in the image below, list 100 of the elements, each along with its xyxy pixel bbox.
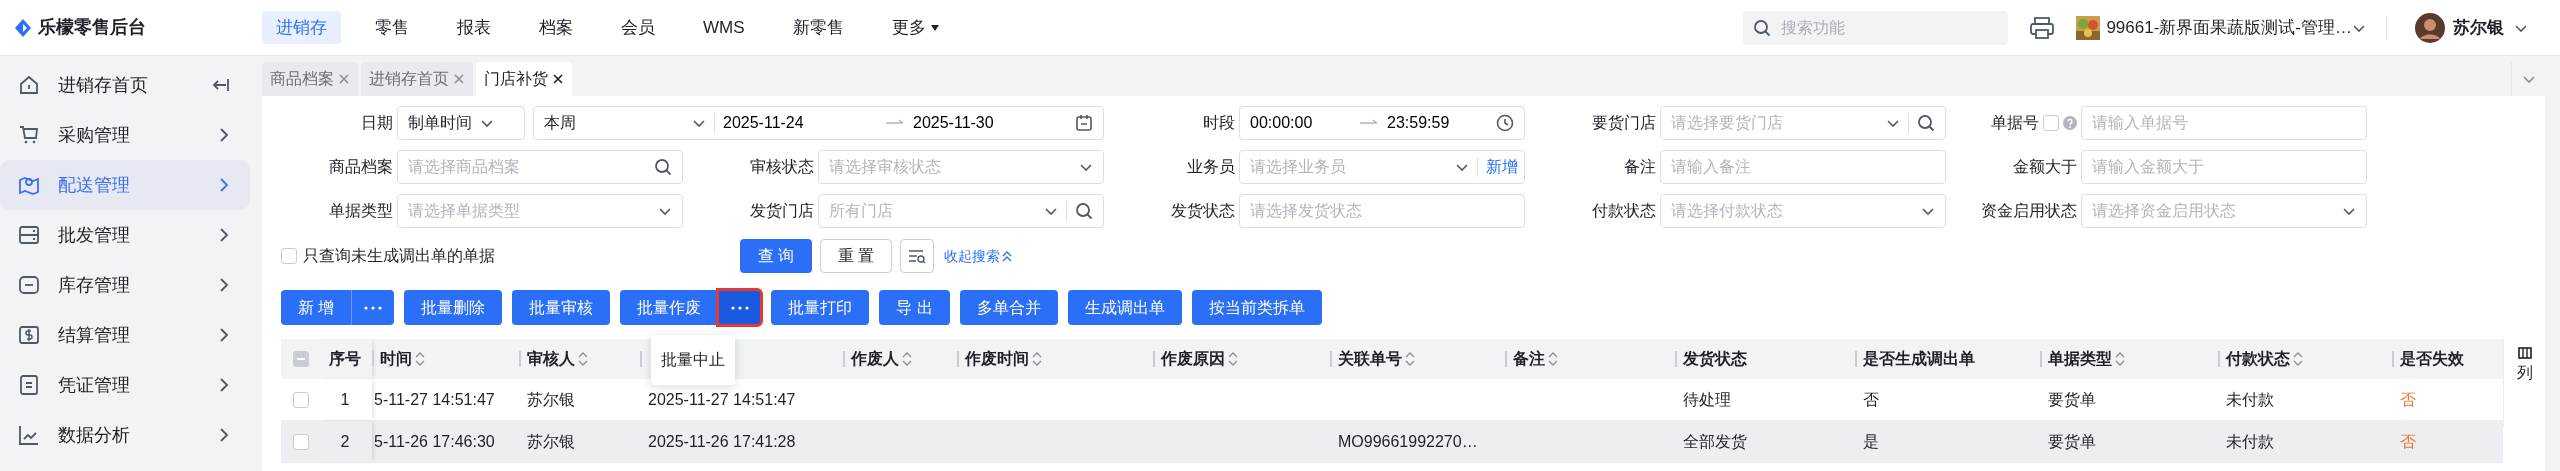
sort-icon[interactable] [902, 352, 912, 366]
toolbar-button[interactable]: 导 出 [879, 290, 950, 325]
select-field[interactable]: 请选择业务员 新增 [1239, 150, 1525, 184]
text-input[interactable]: 请输入备注 [1671, 155, 1935, 179]
close-icon[interactable] [552, 73, 564, 85]
sidebar-item[interactable]: 凭证管理 [0, 360, 250, 410]
column-header[interactable]: 单据类型 [2048, 347, 2112, 371]
sort-icon[interactable] [2293, 352, 2303, 366]
column-header[interactable]: 审核人 [527, 347, 575, 371]
column-header[interactable]: 作废原因 [1161, 347, 1225, 371]
nav-item[interactable]: 报表 [443, 10, 505, 45]
checkbox[interactable] [293, 391, 309, 408]
filter-settings-button[interactable] [900, 239, 934, 273]
calendar-icon[interactable] [1075, 114, 1093, 132]
value-input[interactable]: 2025-11-30 [913, 111, 1067, 135]
text-input[interactable]: 所有门店 [829, 199, 1036, 223]
input-field[interactable]: 请输入备注 [1660, 150, 1946, 184]
input-field[interactable]: 请输入金额大于 [2081, 150, 2367, 184]
column-header[interactable]: 作废人 [851, 347, 899, 371]
nav-item[interactable]: 档案 [525, 10, 587, 45]
search-field[interactable]: 搜索功能 [1743, 10, 2009, 45]
select-field[interactable]: 制单时间 [397, 106, 525, 140]
select-field[interactable]: 请选择单据类型 [397, 194, 683, 228]
select-field[interactable]: 请选择资金启用状态 [2081, 194, 2367, 228]
text-input[interactable]: 请输入金额大于 [2092, 155, 2356, 179]
search-icon[interactable] [654, 158, 672, 176]
select-field[interactable]: 请选择要货门店 [1660, 106, 1946, 140]
search-field[interactable]: 请选择商品档案 [397, 150, 683, 184]
text-input[interactable]: 请输入单据号 [2092, 111, 2356, 135]
sort-icon[interactable] [578, 352, 588, 366]
search-input[interactable]: 搜索功能 [1779, 14, 1980, 41]
text-input[interactable]: 请选择要货门店 [1671, 111, 1878, 135]
checkbox[interactable] [281, 248, 297, 264]
time-range-field[interactable]: 00:00:00 23:59:59 [1239, 106, 1525, 140]
toolbar-button[interactable]: 生成调出单 [1067, 290, 1182, 325]
reset-button[interactable]: 重 置 [820, 239, 892, 273]
checkbox[interactable] [2043, 115, 2059, 131]
store-name[interactable]: 99661-新界面果蔬版测试-管理… [2106, 14, 2352, 41]
more-button[interactable] [351, 290, 395, 325]
tab[interactable]: 进销存首页 [361, 62, 473, 96]
input-field[interactable]: 请选择发货状态 [1239, 194, 1525, 228]
text-input[interactable]: 请选择资金启用状态 [2092, 199, 2334, 223]
text-input[interactable]: 请选择单据类型 [408, 199, 650, 223]
column-header[interactable]: 备注 [1513, 347, 1545, 371]
text-input[interactable]: 请选择业务员 [1250, 155, 1447, 179]
sidebar-item[interactable]: 配送管理 [0, 160, 250, 210]
column-header[interactable]: 作废时间 [965, 347, 1029, 371]
tab[interactable]: 门店补货 [476, 62, 572, 96]
nav-item[interactable]: WMS [689, 10, 759, 45]
text-input[interactable]: 请选择发货状态 [1250, 199, 1514, 223]
nav-item[interactable]: 更多 [877, 10, 954, 45]
value-input[interactable]: 23:59:59 [1387, 111, 1488, 135]
query-button[interactable]: 查 询 [740, 239, 812, 273]
sidebar-item[interactable]: 批发管理 [0, 210, 250, 260]
nav-item[interactable]: 新零售 [778, 10, 858, 45]
printer-icon[interactable] [2030, 16, 2055, 39]
more-button[interactable] [718, 290, 762, 325]
search-icon[interactable] [1753, 18, 1772, 37]
avatar-icon[interactable] [2415, 12, 2445, 43]
search-icon[interactable] [1075, 202, 1093, 220]
column-header[interactable]: 付款状态 [2226, 347, 2290, 371]
column-header[interactable]: 时间 [380, 347, 412, 371]
toolbar-button[interactable]: 批量删除 [404, 290, 503, 325]
sort-icon[interactable] [2115, 352, 2125, 366]
sort-icon[interactable] [1032, 352, 1042, 366]
sidebar-item[interactable]: 库存管理 [0, 260, 250, 310]
toolbar-button[interactable]: 批量打印 [771, 290, 870, 325]
sidebar-item[interactable]: 结算管理 [0, 310, 250, 360]
input-field[interactable]: 请输入单据号 [2081, 106, 2367, 140]
search-icon[interactable] [1917, 114, 1935, 132]
clock-icon[interactable] [1496, 114, 1514, 132]
toolbar-button[interactable]: 多单合并 [959, 290, 1058, 325]
date-range-field[interactable]: 本周 2025-11-24 2025-11-30 [533, 106, 1104, 140]
text-input[interactable]: 请选择付款状态 [1671, 199, 1913, 223]
sort-icon[interactable] [1405, 352, 1415, 366]
collapse-search-link[interactable]: 收起搜索 [944, 245, 1012, 267]
table-row[interactable]: 1 5-11-27 14:51:47 苏尔银 2025-11-27 14:51:47 待处理 否 要货单 未付款 否 [281, 379, 2503, 421]
nav-item[interactable]: 进销存 [262, 10, 341, 45]
select-field[interactable]: 请选择审核状态 [818, 150, 1104, 184]
sort-icon[interactable] [415, 352, 425, 366]
collapse-icon[interactable] [212, 77, 230, 93]
select-field[interactable]: 所有门店 [818, 194, 1104, 228]
nav-item[interactable]: 零售 [361, 10, 423, 45]
toolbar-button[interactable]: 新 增 [281, 290, 352, 325]
value-input[interactable]: 00:00:00 [1250, 111, 1351, 135]
tab[interactable]: 商品档案 [262, 62, 358, 96]
toolbar-button[interactable]: 批量审核 [512, 290, 611, 325]
sort-icon[interactable] [1548, 352, 1558, 366]
sidebar-item[interactable]: 采购管理 [0, 110, 250, 160]
nav-item[interactable]: 会员 [607, 10, 669, 45]
user-name[interactable]: 苏尔银 [2453, 14, 2504, 41]
add-link[interactable]: 新增 [1486, 155, 1518, 179]
sidebar-item[interactable]: 进销存首页 [0, 60, 250, 110]
sort-icon[interactable] [1228, 352, 1238, 366]
text-input[interactable]: 请选择审核状态 [829, 155, 1071, 179]
table-row[interactable]: 2 5-11-26 17:46:30 苏尔银 2025-11-26 17:41:28 MO99661992270… 全部发货 是 要货单 未付款 否 [281, 421, 2503, 463]
value-input[interactable]: 2025-11-24 [723, 111, 877, 135]
select-field[interactable]: 请选择付款状态 [1660, 194, 1946, 228]
checkbox[interactable] [293, 433, 309, 450]
sidebar-item[interactable]: 数据分析 [0, 410, 250, 460]
